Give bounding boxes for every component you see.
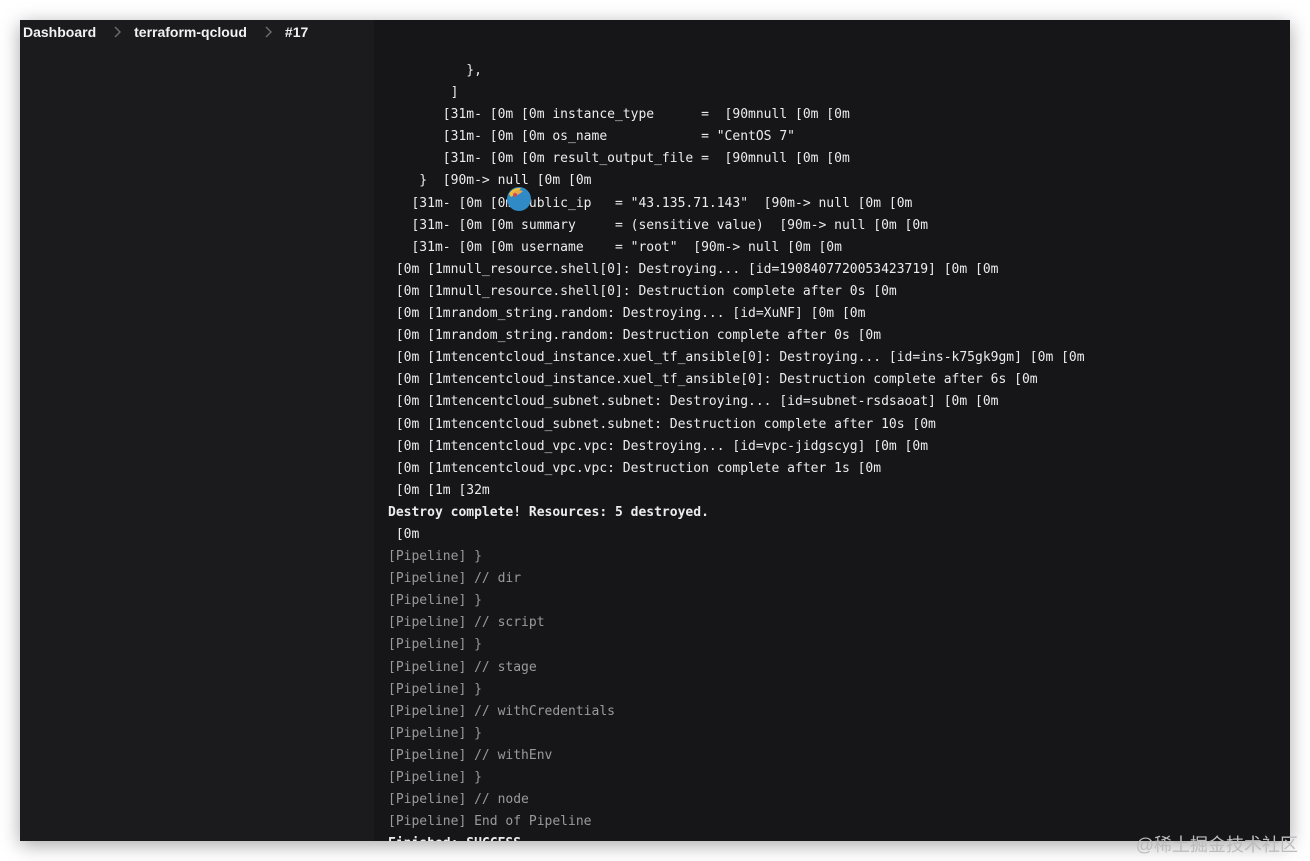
console-line: [Pipeline] // withEnv [388, 747, 553, 763]
watermark: @稀土掘金技术社区 [1135, 835, 1298, 855]
console-line: [Pipeline] // node [388, 792, 529, 808]
console-line: [0m [1mtencentcloud_instance.xuel_tf_ans… [388, 350, 1085, 366]
console-log: }, ] [31m- [0m [0m instance_type = [90mn… [388, 60, 1282, 841]
avatar-icon [505, 184, 533, 212]
console-line: [31m- [0m [0m os_name = "CentOS 7" [388, 129, 795, 145]
console-line: [31m- [0m [0m summary = (sensitive value… [388, 217, 929, 233]
console-line: [0m [1mtencentcloud_vpc.vpc: Destroying.… [388, 438, 929, 454]
console-line: [Pipeline] // script [388, 615, 545, 631]
breadcrumb-job[interactable]: terraform-qcloud [134, 24, 247, 40]
console-line: [31m- [0m [0m username = "root" [90m-> n… [388, 239, 842, 255]
console-line: ] [388, 85, 459, 101]
console-line: [0m [1mtencentcloud_vpc.vpc: Destruction… [388, 460, 882, 476]
console-line: [Pipeline] // dir [388, 571, 522, 587]
console-line: [0m [1mrandom_string.random: Destruction… [388, 328, 882, 344]
console-line: [Pipeline] } [388, 770, 482, 785]
console-line: [0m [1mtencentcloud_instance.xuel_tf_ans… [388, 372, 1038, 388]
console-line: [0m [1mtencentcloud_subnet.subnet: Destr… [388, 416, 936, 432]
console-line: [0m [1mrandom_string.random: Destroying.… [388, 306, 866, 322]
jenkins-window: Dashboard terraform-qcloud #17 }, ] [31m… [20, 20, 1290, 841]
console-line: [31m- [0m [0m instance_type = [90mnull [… [388, 107, 850, 123]
console-line: [Pipeline] } [388, 593, 482, 609]
console-line: Destroy complete! Resources: 5 destroyed… [388, 504, 709, 520]
console-line: [31m- [0m [0m result_output_file = [90mn… [388, 151, 850, 167]
console-line: [Pipeline] // stage [388, 659, 537, 675]
console-line: [0m [1m [32m [388, 482, 490, 498]
console-line: [0m [1mnull_resource.shell[0]: Destroyin… [388, 261, 999, 277]
breadcrumb-dashboard[interactable]: Dashboard [23, 24, 96, 40]
console-line: [Pipeline] } [388, 681, 482, 697]
console-line: [Pipeline] } [388, 637, 482, 653]
console-line: [Pipeline] // withCredentials [388, 703, 615, 719]
console-line: [Pipeline] } [388, 725, 482, 741]
console-line: [0m [1mnull_resource.shell[0]: Destructi… [388, 283, 897, 299]
console-line: [0m [1mtencentcloud_subnet.subnet: Destr… [388, 394, 999, 410]
breadcrumb-build[interactable]: #17 [285, 24, 308, 40]
chevron-right-icon [261, 25, 275, 39]
console-line: [Pipeline] } [388, 549, 482, 565]
console-line: [0m [388, 526, 420, 542]
chevron-right-icon [110, 25, 124, 39]
sidebar [20, 64, 374, 841]
breadcrumb: Dashboard terraform-qcloud #17 [20, 20, 1290, 44]
console-line: }, [388, 63, 482, 78]
console-line: [Pipeline] End of Pipeline [388, 814, 592, 830]
